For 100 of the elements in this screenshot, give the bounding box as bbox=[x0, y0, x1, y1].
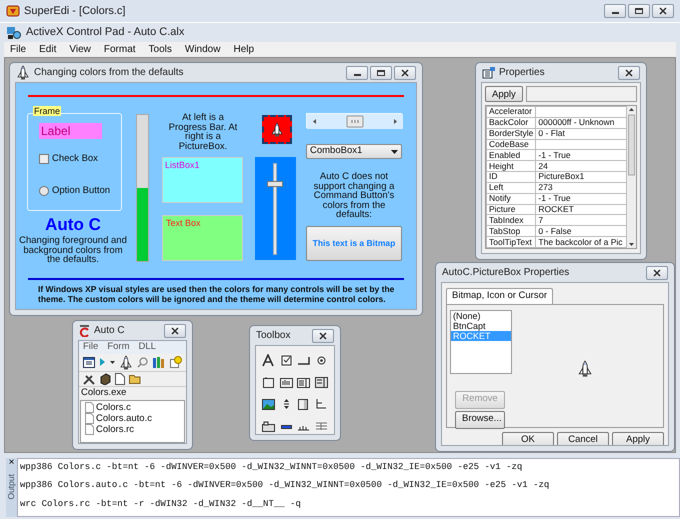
heading: Auto C bbox=[44, 215, 102, 235]
menu-item[interactable]: File bbox=[10, 44, 26, 56]
file-name[interactable]: Colors.auto.c bbox=[96, 412, 152, 424]
radio-button[interactable] bbox=[39, 186, 49, 196]
help-icon[interactable] bbox=[170, 356, 182, 368]
menu-item[interactable]: Format bbox=[104, 44, 136, 56]
grid-tool-icon[interactable] bbox=[314, 420, 328, 433]
restore-button[interactable] bbox=[370, 66, 392, 80]
close-button[interactable] bbox=[394, 66, 416, 80]
close-button[interactable]: × bbox=[8, 458, 14, 468]
close-button[interactable] bbox=[652, 4, 674, 18]
property-value[interactable]: -1 - True bbox=[536, 193, 626, 204]
slider-thumb[interactable] bbox=[267, 181, 283, 188]
picture-box[interactable] bbox=[262, 115, 292, 144]
footer-text: If Windows XP visual styles are used then the colors for many controls will be set by the theme. The custom colors will be ignored and the theme will determine control colors. bbox=[38, 285, 396, 304]
tree-tool-icon[interactable] bbox=[314, 398, 328, 411]
property-value[interactable]: 0 - Flat bbox=[536, 128, 626, 140]
checkbox-tool-icon[interactable] bbox=[280, 354, 293, 367]
apply-button[interactable]: Apply bbox=[485, 86, 523, 102]
image-tool-icon[interactable] bbox=[262, 398, 276, 411]
radio-tool-icon[interactable] bbox=[314, 354, 328, 367]
search-icon[interactable] bbox=[137, 356, 148, 368]
close-icon bbox=[171, 326, 179, 334]
file-icon bbox=[85, 424, 94, 435]
combo-box[interactable]: ComboBox1 bbox=[306, 144, 402, 159]
minimize-button[interactable] bbox=[346, 66, 368, 80]
menu-item[interactable]: Tools bbox=[148, 44, 172, 56]
menu-item[interactable]: Edit bbox=[39, 44, 56, 56]
close-button[interactable] bbox=[646, 266, 668, 280]
restore-button[interactable] bbox=[628, 4, 650, 18]
property-name[interactable]: BackColor bbox=[486, 117, 536, 128]
close-button[interactable] bbox=[312, 328, 334, 342]
file-icon bbox=[85, 412, 94, 424]
property-name[interactable]: Picture bbox=[486, 204, 536, 215]
tab[interactable]: Bitmap, Icon or Cursor bbox=[446, 288, 554, 304]
close-icon bbox=[401, 68, 409, 76]
window-title: SuperEdi - [Colors.c] bbox=[24, 4, 126, 18]
form-icon[interactable] bbox=[83, 356, 95, 368]
property-value[interactable]: 273 bbox=[536, 182, 626, 194]
close-button[interactable] bbox=[618, 66, 640, 80]
property-value[interactable]: ROCKET bbox=[536, 204, 626, 215]
property-name[interactable]: Enabled bbox=[486, 150, 536, 161]
note-text: At left is a Progress Bar. At right is a PictureBox. bbox=[168, 113, 238, 151]
minimize-button[interactable] bbox=[604, 4, 626, 18]
slider[interactable] bbox=[255, 157, 296, 260]
close-button[interactable] bbox=[164, 324, 186, 338]
dialog-button[interactable]: Browse... bbox=[455, 410, 505, 429]
value-field[interactable] bbox=[526, 86, 637, 102]
tab-tool-icon[interactable] bbox=[262, 420, 276, 433]
button-tool-icon[interactable] bbox=[297, 354, 310, 367]
property-name[interactable]: Notify bbox=[486, 193, 536, 204]
window-title: Toolbox bbox=[256, 330, 290, 342]
menu-item[interactable]: Window bbox=[184, 44, 220, 56]
property-name[interactable]: ID bbox=[486, 172, 536, 182]
cube-icon[interactable] bbox=[99, 372, 111, 385]
panel-label: Output bbox=[6, 474, 16, 500]
list-box[interactable]: (None) BtnCapt ROCKET bbox=[450, 310, 512, 374]
property-name[interactable]: TabIndex bbox=[486, 214, 536, 226]
list-item[interactable]: BtnCapt bbox=[451, 320, 511, 331]
menu-item[interactable]: View bbox=[69, 44, 91, 56]
property-name[interactable]: CodeBase bbox=[486, 139, 536, 150]
window-title: Changing colors from the defaults bbox=[34, 66, 184, 78]
menu-item[interactable]: File bbox=[83, 342, 98, 353]
property-name[interactable]: Height bbox=[486, 160, 536, 172]
file-name[interactable]: Colors.c bbox=[96, 402, 131, 413]
list-item[interactable]: (None) bbox=[451, 310, 511, 321]
dialog-button[interactable]: Apply bbox=[612, 432, 664, 445]
menu-item[interactable]: Form bbox=[107, 342, 130, 353]
combobox-tool-icon[interactable] bbox=[314, 376, 328, 389]
property-name[interactable]: Left bbox=[486, 182, 536, 194]
property-name[interactable]: TabStop bbox=[486, 226, 536, 237]
property-value[interactable]: -1 - True bbox=[536, 150, 626, 161]
property-value[interactable]: 0 - False bbox=[536, 226, 626, 237]
property-name[interactable]: Accelerator bbox=[486, 106, 536, 118]
menu-item[interactable]: DLL bbox=[138, 342, 156, 353]
rocket-icon bbox=[577, 360, 593, 377]
caret-icon[interactable] bbox=[110, 360, 115, 364]
window-title: Auto C bbox=[94, 324, 125, 336]
scrollbar-tool-icon[interactable] bbox=[297, 398, 310, 411]
property-value[interactable]: 000000ff - Unknown bbox=[536, 117, 626, 128]
frame-tool-icon[interactable] bbox=[262, 376, 276, 389]
label-tool-icon[interactable] bbox=[262, 354, 276, 367]
property-value[interactable]: PictureBox1 bbox=[536, 172, 626, 182]
new-file-icon[interactable] bbox=[115, 372, 125, 385]
menu-item[interactable]: Help bbox=[233, 44, 254, 56]
property-name[interactable]: ToolTipText bbox=[486, 236, 536, 248]
label-control: Label bbox=[39, 123, 102, 139]
property-value[interactable]: The backcolor of a Pic bbox=[536, 236, 626, 248]
window-title: Properties bbox=[499, 66, 545, 78]
property-value[interactable]: 24 bbox=[536, 160, 626, 172]
dialog-button[interactable]: Cancel bbox=[557, 432, 609, 445]
listbox-tool-icon[interactable] bbox=[297, 376, 310, 389]
open-folder-icon[interactable] bbox=[129, 373, 142, 384]
property-name[interactable]: BorderStyle bbox=[486, 128, 536, 140]
dialog-button[interactable]: OK bbox=[502, 432, 554, 445]
property-value[interactable]: 7 bbox=[536, 214, 626, 226]
rocket-icon[interactable] bbox=[119, 354, 133, 370]
checkbox[interactable] bbox=[39, 154, 49, 164]
file-name[interactable]: Colors.rc bbox=[96, 424, 134, 435]
textbox-tool-icon[interactable] bbox=[280, 376, 293, 389]
